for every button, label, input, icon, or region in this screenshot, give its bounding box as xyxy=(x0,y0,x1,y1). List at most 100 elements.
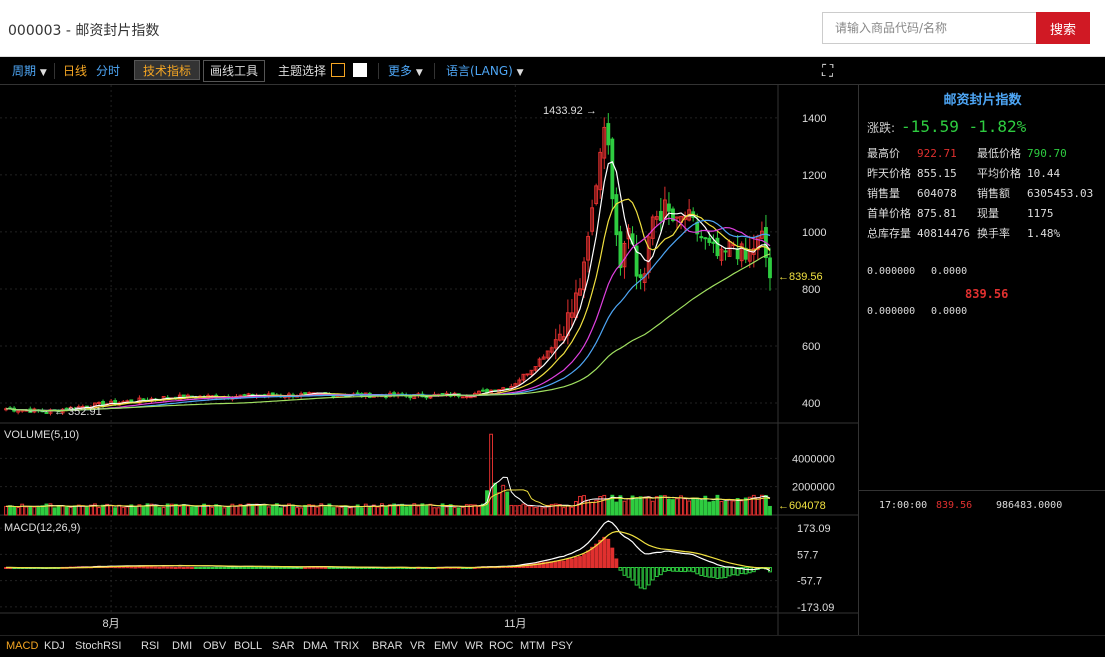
macd-histogram-bar xyxy=(606,538,611,568)
indicator-tab-dmi[interactable]: DMI xyxy=(172,640,192,652)
macd-histogram-bar xyxy=(270,567,275,569)
volume-bar xyxy=(711,500,716,516)
macd-histogram-bar xyxy=(311,566,316,569)
draw-tool-button[interactable]: 画线工具 xyxy=(203,60,266,82)
volume-bar xyxy=(533,507,538,516)
search-input[interactable] xyxy=(822,12,1036,44)
language-dropdown[interactable]: 语言(LANG) ▼ xyxy=(446,61,524,81)
indicator-tab-mtm[interactable]: MTM xyxy=(520,640,545,652)
macd-histogram-bar xyxy=(218,567,223,569)
indicator-tab-vr[interactable]: VR xyxy=(410,640,425,652)
volume-bar xyxy=(161,506,166,516)
indicator-tab-emv[interactable]: EMV xyxy=(434,640,458,652)
macd-histogram-bar xyxy=(194,567,198,569)
indicator-tab-obv[interactable]: OBV xyxy=(203,640,226,652)
volume-bar xyxy=(493,482,498,516)
macd-histogram-bar xyxy=(335,567,340,569)
volume-bar xyxy=(537,505,542,516)
volume-bar xyxy=(671,499,675,516)
volume-bar xyxy=(614,501,619,516)
macd-histogram-bar xyxy=(226,567,231,569)
more-label: 更多 xyxy=(388,64,413,78)
candle-body xyxy=(614,194,619,236)
macd-histogram-bar xyxy=(266,567,271,569)
daily-button[interactable]: 日线 xyxy=(63,61,87,81)
volume-bar xyxy=(719,500,724,516)
volume-bar xyxy=(36,506,41,516)
search-button[interactable]: 搜索 xyxy=(1036,12,1090,44)
period-label: 周期 xyxy=(12,64,37,78)
macd-histogram-bar xyxy=(565,558,570,568)
macd-histogram-bar xyxy=(561,560,566,569)
book-top-right: 0.0000 xyxy=(931,266,968,277)
theme-swatch-light[interactable] xyxy=(353,63,367,77)
volume-bar xyxy=(64,506,69,516)
macd-histogram-bar xyxy=(675,567,679,572)
volume-bar xyxy=(570,506,574,516)
indicator-tab-dma[interactable]: DMA xyxy=(303,640,327,652)
theme-swatch-dark[interactable] xyxy=(331,63,345,77)
fullscreen-icon[interactable]: ⛶ xyxy=(822,61,833,81)
volume-bar xyxy=(574,501,578,516)
volume-bar xyxy=(222,507,227,516)
intraday-button[interactable]: 分时 xyxy=(96,61,120,81)
macd-histogram-bar xyxy=(157,566,162,569)
indicator-tab-macd[interactable]: MACD xyxy=(6,640,38,652)
macd-tick-label: -57.7 xyxy=(797,576,822,588)
volume-bar xyxy=(258,503,263,516)
volume-bar xyxy=(408,504,413,516)
macd-histogram-bar xyxy=(578,556,582,569)
quote-row: 总库存量 40814476 换手率 1.48% xyxy=(867,225,1087,241)
candle-body xyxy=(428,396,433,399)
macd-histogram-bar xyxy=(594,543,599,569)
indicator-tab-wr[interactable]: WR xyxy=(465,640,483,652)
divider xyxy=(378,63,379,79)
indicator-tab-sar[interactable]: SAR xyxy=(272,640,295,652)
candle-body xyxy=(711,241,716,244)
macd-histogram-bar xyxy=(654,567,659,578)
candle-body xyxy=(44,411,49,414)
indicator-tab-trix[interactable]: TRIX xyxy=(334,640,359,652)
chevron-down-icon: ▼ xyxy=(516,68,524,78)
candle-body xyxy=(707,237,712,243)
chart-area: 1400 1200 1000 800 600 400 4000000 2000000 173… xyxy=(0,85,858,635)
macd-histogram-bar xyxy=(715,567,720,579)
indicator-tab-kdj[interactable]: KDJ xyxy=(44,640,65,652)
macd-histogram-bar xyxy=(137,566,142,569)
kline-chart[interactable]: 1400 1200 1000 800 600 400 4000000 2000000 173… xyxy=(0,85,858,635)
volume-bar xyxy=(687,500,692,516)
volume-title: VOLUME(5,10) xyxy=(4,429,79,441)
volume-bar xyxy=(650,500,655,516)
more-dropdown[interactable]: 更多 ▼ xyxy=(388,61,423,81)
indicator-tab-brar[interactable]: BRAR xyxy=(372,640,403,652)
tech-indicator-button[interactable]: 技术指标 xyxy=(134,60,201,80)
tick-price: 839.56 xyxy=(936,500,973,511)
quote-label-right: 换手率 xyxy=(977,227,1010,240)
candle-body xyxy=(610,138,615,200)
volume-bar xyxy=(521,503,526,516)
instrument-name: 邮资封片指数 xyxy=(943,93,1022,108)
volume-bar xyxy=(198,505,202,516)
macd-histogram-bar xyxy=(141,566,146,569)
candle-body xyxy=(464,395,469,398)
volume-bar xyxy=(339,506,344,516)
volume-bar xyxy=(315,506,320,516)
macd-histogram-bar xyxy=(331,567,336,569)
indicator-tab-stochrsi[interactable]: StochRSI xyxy=(75,640,121,652)
quote-label-left: 昨天价格 xyxy=(867,167,911,180)
macd-histogram-bar xyxy=(586,550,590,569)
volume-bar xyxy=(101,504,105,516)
indicator-tab-rsi[interactable]: RSI xyxy=(141,640,159,652)
indicator-tab-psy[interactable]: PSY xyxy=(551,640,573,652)
volume-bar xyxy=(234,505,239,516)
indicator-tab-boll[interactable]: BOLL xyxy=(234,640,262,652)
volume-bar xyxy=(646,496,651,516)
indicator-tab-roc[interactable]: ROC xyxy=(489,640,513,652)
macd-histogram-bar xyxy=(274,567,279,569)
volume-bar xyxy=(84,506,89,516)
x-tick-label: 8月 xyxy=(103,618,120,630)
period-dropdown[interactable]: 周期 ▼ xyxy=(12,61,47,81)
macd-histogram-bar xyxy=(210,567,215,569)
candle-body xyxy=(658,210,663,222)
price-tick-label: 400 xyxy=(802,398,820,410)
